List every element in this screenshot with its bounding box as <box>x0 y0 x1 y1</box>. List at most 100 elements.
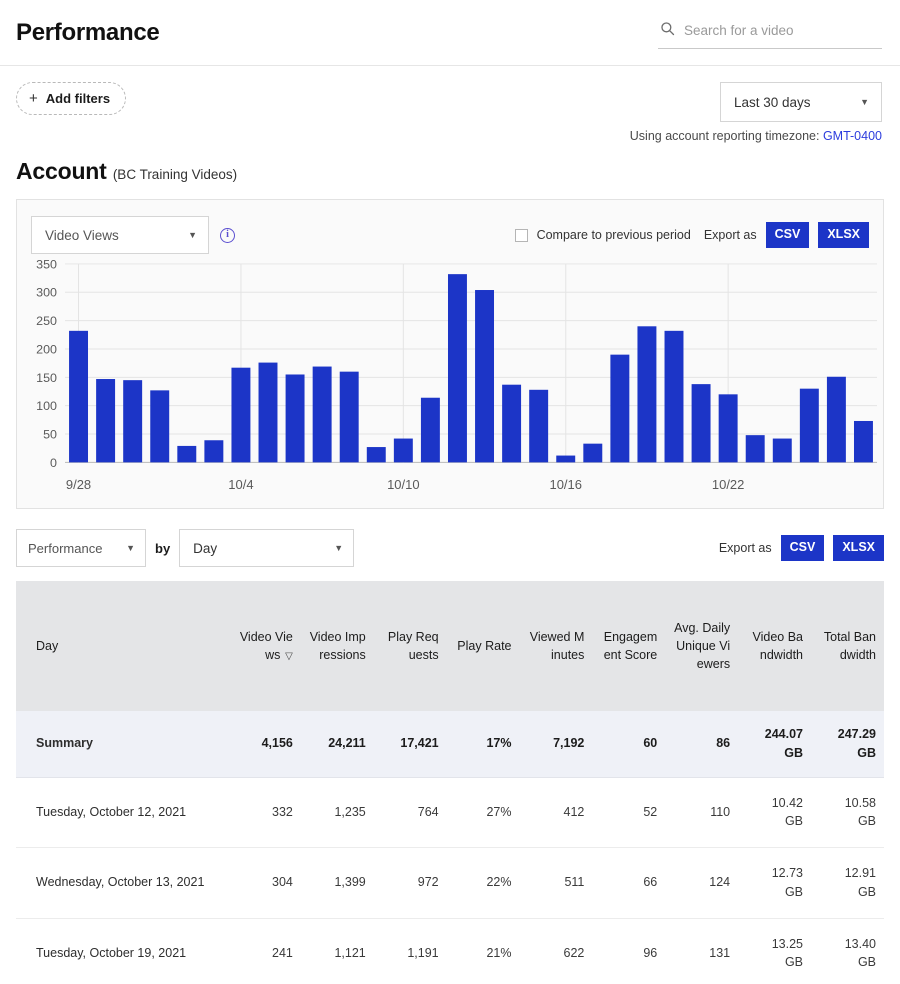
summary-label: Summary <box>16 711 228 777</box>
chart-y-axis-labels: 050100150200250300350 <box>36 257 57 469</box>
table-header-day[interactable]: Day <box>16 581 228 711</box>
table-header-total-bandwidth[interactable]: Total Bandwidth <box>811 581 884 711</box>
table-header-video-bandwidth[interactable]: Video Bandwidth <box>738 581 811 711</box>
table-toolbar: Performance ▼ by Day ▼ Export as CSV XLS… <box>16 527 884 569</box>
report-table-wrap: Day Video Views ▽Video Impressions Play Re… <box>16 581 884 984</box>
bandwidth-value: 12.91 <box>819 864 876 883</box>
table-header-label: Viewed Minutes <box>530 630 585 662</box>
cell-video-views: 304 <box>228 848 301 919</box>
timezone-link[interactable]: GMT-0400 <box>823 129 882 143</box>
cell-total-bandwidth: 13.40GB <box>811 918 884 984</box>
cell-play-rate: 22% <box>447 848 520 919</box>
cell-video-impressions: 24,211 <box>301 711 374 777</box>
table-header-engagement-score[interactable]: Engagement Score <box>592 581 665 711</box>
table-row[interactable]: Wednesday, October 13, 20213041,39997222… <box>16 848 884 919</box>
cell-engagement-score: 60 <box>592 711 665 777</box>
chart-gridlines <box>65 264 877 462</box>
bandwidth-unit: GB <box>819 953 876 972</box>
cell-video-views: 332 <box>228 777 301 848</box>
cell-video-impressions: 1,121 <box>301 918 374 984</box>
chevron-down-icon: ▼ <box>126 544 135 553</box>
svg-text:200: 200 <box>36 342 57 356</box>
cell-play-rate: 27% <box>447 777 520 848</box>
bandwidth-unit: GB <box>746 744 803 763</box>
table-summary-row[interactable]: Summary4,15624,21117,42117%7,1926086244.… <box>16 711 884 777</box>
svg-text:250: 250 <box>36 314 57 328</box>
cell-video-bandwidth: 244.07GB <box>738 711 811 777</box>
cell-total-bandwidth: 10.58GB <box>811 777 884 848</box>
table-export-actions: Export as CSV XLSX <box>719 535 884 561</box>
chevron-down-icon: ▼ <box>188 231 197 240</box>
row-day: Wednesday, October 13, 2021 <box>16 848 228 919</box>
table-row[interactable]: Tuesday, October 12, 20213321,23576427%4… <box>16 777 884 848</box>
cell-avg-daily-unique-viewers: 110 <box>665 777 738 848</box>
cell-avg-daily-unique-viewers: 131 <box>665 918 738 984</box>
cell-video-bandwidth: 10.42GB <box>738 777 811 848</box>
chevron-down-icon: ▼ <box>334 544 343 553</box>
export-xlsx-button[interactable]: XLSX <box>818 222 869 248</box>
report-type-select[interactable]: Performance ▼ <box>16 529 146 567</box>
export-csv-button[interactable]: CSV <box>766 222 810 248</box>
account-name: Account <box>16 158 107 184</box>
date-range-select[interactable]: Last 30 days ▼ <box>720 82 882 122</box>
compare-label[interactable]: Compare to previous period <box>537 228 691 242</box>
table-header-label: Play Requests <box>388 630 439 662</box>
chart-vertical-gridlines <box>79 264 729 462</box>
cell-video-views: 4,156 <box>228 711 301 777</box>
table-export-xlsx-button[interactable]: XLSX <box>833 535 884 561</box>
table-header-label: Total Bandwidth <box>824 630 876 662</box>
chart-toolbar: Video Views ▼ i Compare to previous peri… <box>17 200 883 256</box>
row-day: Tuesday, October 12, 2021 <box>16 777 228 848</box>
top-bar: Performance <box>0 0 900 66</box>
svg-text:0: 0 <box>50 456 57 470</box>
table-header-viewed-minutes[interactable]: Viewed Minutes <box>520 581 593 711</box>
account-heading: Account (BC Training Videos) <box>0 144 900 185</box>
bandwidth-value: 12.73 <box>746 864 803 883</box>
bandwidth-value: 244.07 <box>746 725 803 744</box>
table-header-video-views[interactable]: Video Views ▽ <box>228 581 301 711</box>
sort-descending-icon[interactable]: ▽ <box>282 651 292 662</box>
cell-play-requests: 17,421 <box>374 711 447 777</box>
chart-x-axis-labels: 9/2810/410/1010/1610/22 <box>66 477 745 492</box>
cell-video-views: 241 <box>228 918 301 984</box>
search-input[interactable] <box>684 23 880 38</box>
cell-avg-daily-unique-viewers: 124 <box>665 848 738 919</box>
cell-play-requests: 1,191 <box>374 918 447 984</box>
table-header-label: Play Rate <box>457 639 511 653</box>
svg-text:50: 50 <box>43 428 57 442</box>
chart-actions: Compare to previous period Export as CSV… <box>515 222 869 248</box>
table-header-avg-daily-unique-viewers[interactable]: Avg. Daily Unique Viewers <box>665 581 738 711</box>
cell-engagement-score: 96 <box>592 918 665 984</box>
cell-engagement-score: 52 <box>592 777 665 848</box>
table-header-label: Day <box>36 639 58 653</box>
search-box[interactable] <box>658 17 882 49</box>
cell-video-bandwidth: 12.73GB <box>738 848 811 919</box>
compare-checkbox[interactable] <box>515 229 528 242</box>
svg-text:300: 300 <box>36 286 57 300</box>
svg-text:10/22: 10/22 <box>712 477 745 492</box>
page-title: Performance <box>16 19 159 47</box>
metric-select[interactable]: Video Views ▼ <box>31 216 209 254</box>
table-header-play-rate[interactable]: Play Rate <box>447 581 520 711</box>
cell-avg-daily-unique-viewers: 86 <box>665 711 738 777</box>
export-as-label: Export as <box>704 228 757 242</box>
search-icon <box>660 21 675 41</box>
table-header-video-impressions[interactable]: Video Impressions <box>301 581 374 711</box>
bandwidth-value: 13.40 <box>819 935 876 954</box>
cell-play-requests: 764 <box>374 777 447 848</box>
svg-text:150: 150 <box>36 371 57 385</box>
add-filters-button[interactable]: + Add filters <box>16 82 126 115</box>
bandwidth-value: 10.58 <box>819 794 876 813</box>
table-header-play-requests[interactable]: Play Requests <box>374 581 447 711</box>
account-subtitle: (BC Training Videos) <box>113 167 237 182</box>
bandwidth-value: 10.42 <box>746 794 803 813</box>
bandwidth-unit: GB <box>746 953 803 972</box>
table-row[interactable]: Tuesday, October 19, 20212411,1211,19121… <box>16 918 884 984</box>
cell-engagement-score: 66 <box>592 848 665 919</box>
info-icon[interactable]: i <box>220 228 235 243</box>
interval-select[interactable]: Day ▼ <box>179 529 354 567</box>
report-table: Day Video Views ▽Video Impressions Play Re… <box>16 581 884 984</box>
table-export-csv-button[interactable]: CSV <box>781 535 825 561</box>
interval-value: Day <box>193 541 217 556</box>
bar-chart[interactable]: 050100150200250300350 9/2810/410/1010/16… <box>17 256 883 508</box>
